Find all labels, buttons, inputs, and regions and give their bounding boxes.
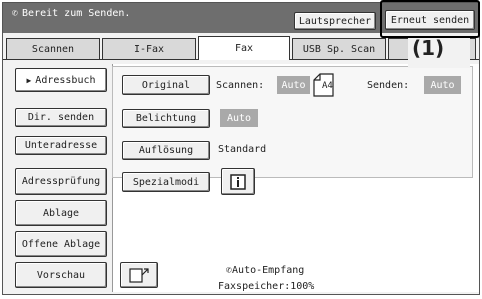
original-button[interactable]: Original	[122, 75, 210, 95]
resolution-value: Standard	[218, 144, 267, 155]
scan-value: Auto	[277, 76, 310, 94]
callout-box	[380, 0, 480, 38]
triangle-right-icon: ▶	[26, 75, 32, 85]
quick-file-button[interactable]: Offene Ablage	[15, 231, 107, 257]
preview-button[interactable]: Vorschau	[15, 262, 107, 288]
info-button[interactable]	[221, 168, 255, 195]
callout-number: (1)	[412, 36, 445, 60]
speaker-button[interactable]: Lautsprecher	[294, 12, 376, 30]
resolution-button[interactable]: Auflösung	[122, 141, 210, 160]
send-value: Auto	[424, 76, 461, 94]
filing-button[interactable]: Ablage	[15, 200, 107, 226]
scan-label: Scannen:	[216, 80, 265, 91]
special-modes-button[interactable]: Spezialmodi	[122, 172, 210, 192]
address-check-button[interactable]: Adressprüfung	[15, 168, 107, 195]
paper-size-value: A4	[322, 81, 333, 91]
exposure-value: Auto	[220, 109, 258, 127]
send-label: Senden:	[367, 80, 410, 91]
tab-fax[interactable]: Fax	[198, 36, 290, 60]
info-icon	[230, 173, 246, 190]
status-message: ✆ Bereit zum Senden.	[12, 8, 131, 19]
fax-memory-status: Faxspeicher:100%	[218, 281, 315, 292]
phone-icon: ✆	[12, 8, 19, 19]
exposure-button[interactable]: Belichtung	[122, 109, 210, 128]
tab-ifax[interactable]: I-Fax	[102, 38, 196, 60]
document-arrow-icon	[129, 268, 149, 283]
auto-receive-status: ✆Auto-Empfang	[226, 265, 305, 276]
tab-scan[interactable]: Scannen	[6, 38, 100, 60]
address-book-button[interactable]: ▶ Adressbuch	[15, 68, 107, 92]
direct-send-button[interactable]: Dir. senden	[15, 108, 107, 127]
tab-usb-scan[interactable]: USB Sp. Scan	[292, 38, 386, 60]
fax-image-send-button[interactable]	[120, 262, 158, 288]
subaddress-button[interactable]: Unteradresse	[15, 136, 107, 155]
